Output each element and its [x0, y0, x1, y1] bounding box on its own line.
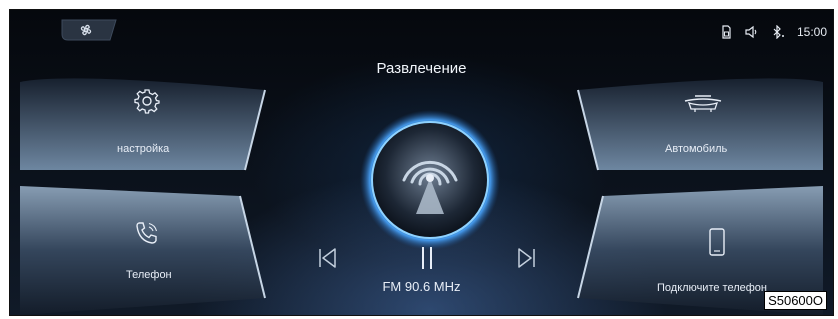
fan-button[interactable]: [58, 18, 118, 42]
vehicle-label: Автомобиль: [665, 143, 728, 155]
head-unit-screen: 15:00 Развлечение настройка Телефон Авто…: [9, 9, 834, 316]
car-icon: [684, 95, 722, 112]
settings-label: настройка: [117, 143, 170, 155]
bluetooth-icon[interactable]: [771, 25, 785, 39]
phone-tile-shape: [20, 186, 266, 315]
next-track-button[interactable]: [516, 245, 538, 271]
previous-track-button[interactable]: [316, 245, 338, 271]
radio-artwork: [360, 110, 500, 250]
media-orb[interactable]: [360, 110, 500, 250]
fan-button-frame: [61, 19, 117, 41]
sim-card-icon: [722, 25, 731, 39]
phone-icon: [136, 222, 158, 244]
figure-code-label: S50600O: [764, 291, 827, 310]
status-bar: 15:00: [719, 22, 827, 42]
settings-tile-shape: [20, 78, 266, 171]
settings-tile[interactable]: настройка: [10, 70, 280, 175]
volume-icon[interactable]: [745, 25, 759, 39]
phone-tile[interactable]: Телефон: [10, 178, 280, 315]
play-pause-button[interactable]: [416, 245, 438, 271]
clock: 15:00: [796, 25, 827, 39]
smartphone-icon: [709, 228, 725, 256]
gear-icon: [134, 89, 160, 114]
vehicle-tile-shape: [577, 78, 823, 171]
station-frequency: FM 90.6 MHz: [382, 279, 461, 294]
vehicle-tile[interactable]: Автомобиль: [563, 70, 833, 175]
